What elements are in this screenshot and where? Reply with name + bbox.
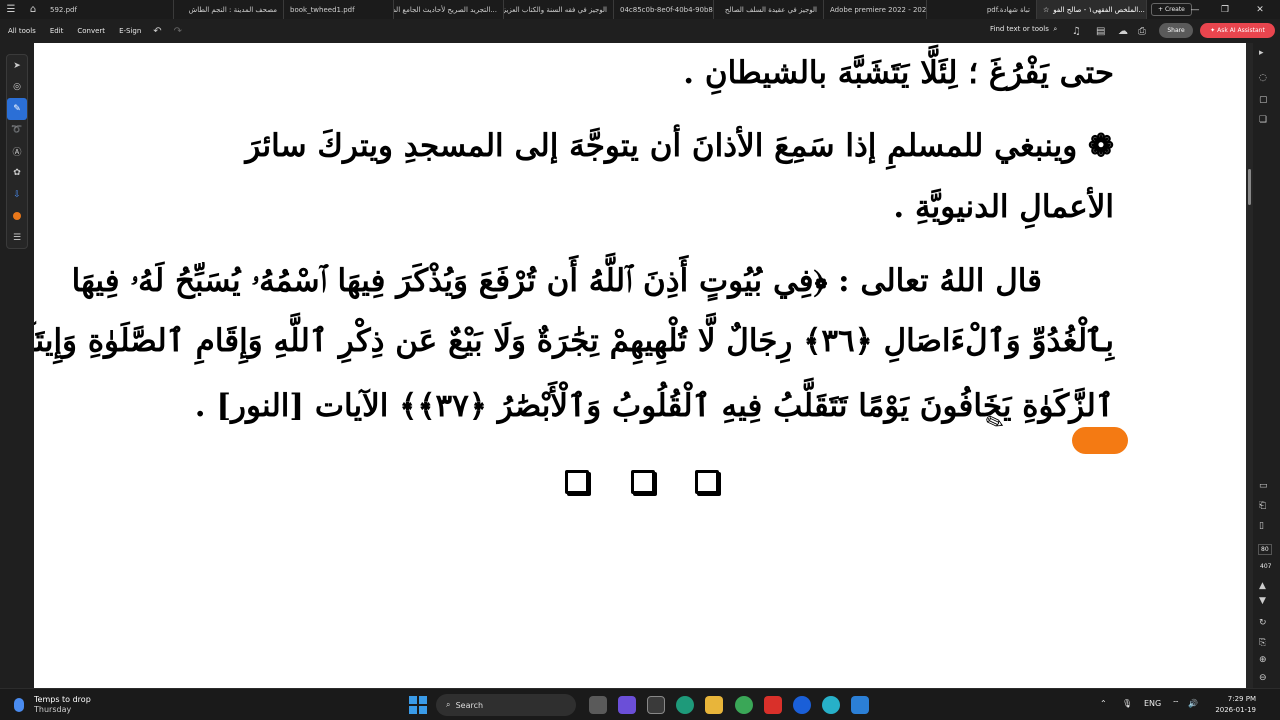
- edit-menu[interactable]: Edit: [50, 27, 64, 35]
- text-line-1: حتى يَفْرُغَ ؛ لِئَلَّا يَتَشَبَّهَ بالش…: [683, 55, 1114, 91]
- canva-icon[interactable]: [822, 696, 840, 714]
- thermometer-icon: [14, 698, 24, 712]
- ask-ai-button[interactable]: ✦ Ask AI Assistant: [1200, 23, 1275, 38]
- menu-icon[interactable]: ☰: [0, 0, 22, 19]
- pdf-page: حتى يَفْرُغَ ؛ لِئَلَّا يَتَشَبَّهَ بالش…: [34, 43, 1246, 688]
- tab-book-twheed[interactable]: book_twheed1.pdf: [284, 0, 394, 19]
- tab-mushaf[interactable]: مصحف المدينة : النجم الطاش: [174, 0, 284, 19]
- upload-icon[interactable]: ☁: [1118, 26, 1128, 37]
- ai-icon: ✦: [1210, 27, 1216, 34]
- checkbox-2[interactable]: [631, 470, 655, 494]
- pin-icon[interactable]: ⇩: [7, 184, 27, 206]
- ai-chat-icon[interactable]: ◌: [1259, 73, 1267, 83]
- checkbox-3[interactable]: [695, 470, 719, 494]
- tab-mulakhas-active[interactable]: ☆ الملخص الفقهي١ - صالح الفو... ✕: [1037, 0, 1147, 19]
- maximize-icon[interactable]: ❐: [1210, 0, 1240, 19]
- tray-overflow-icon[interactable]: ⌃: [1100, 699, 1107, 708]
- highlight-mark[interactable]: [1072, 427, 1128, 454]
- print-icon[interactable]: ⎙: [1138, 26, 1146, 37]
- all-tools-menu[interactable]: All tools: [8, 27, 36, 35]
- rotate-icon[interactable]: ↻: [1259, 618, 1267, 628]
- zoom-out-icon[interactable]: ⊖: [1259, 673, 1267, 683]
- acrobat-icon[interactable]: [764, 696, 782, 714]
- main-toolbar: All tools Edit Convert E-Sign ↶ ↷ Find t…: [0, 19, 1280, 43]
- text-line-3: الأعمالِ الدنيويَّةِ .: [893, 189, 1114, 225]
- zoom-icon[interactable]: [793, 696, 811, 714]
- language-indicator[interactable]: ENG: [1144, 699, 1161, 708]
- tab-bar: ☰ ⌂ 592.pdf مصحف المدينة : النجم الطاش b…: [0, 0, 1280, 19]
- start-button[interactable]: [409, 696, 427, 714]
- tab-wajiz-fiqh[interactable]: الوجيز في فقه السنة والكتاب العزيز: [504, 0, 614, 19]
- checkbox-1[interactable]: [565, 470, 589, 494]
- wifi-icon[interactable]: ⌔: [1172, 699, 1180, 709]
- text-line-5: بِٱلْغُدُوِّ وَٱلْءَاصَالِ ﴿٣٦﴾ رِجَالٌ …: [34, 323, 1114, 359]
- tab-guid[interactable]: 04c85c0b-8e0f-40b4-90b8-bc...: [614, 0, 714, 19]
- save-icon[interactable]: ▤: [1096, 26, 1105, 37]
- current-page-number[interactable]: 80: [1258, 544, 1272, 555]
- store-icon[interactable]: [647, 696, 665, 714]
- page-info-icon[interactable]: ▯: [1259, 521, 1264, 531]
- lasso-icon[interactable]: ➰: [7, 120, 27, 142]
- comment-icon[interactable]: ◎: [7, 77, 27, 99]
- text-box-icon[interactable]: Ⓐ: [7, 141, 27, 163]
- vertical-scrollbar[interactable]: [1246, 43, 1253, 688]
- chrome-icon[interactable]: [735, 696, 753, 714]
- taskbar-search[interactable]: ⌕ Search: [436, 694, 576, 716]
- convert-menu[interactable]: Convert: [77, 27, 105, 35]
- clock[interactable]: 7:29 PM 2026-01-19: [1206, 694, 1256, 716]
- comments-panel-icon[interactable]: ▢: [1259, 95, 1268, 105]
- find-text-field[interactable]: Find text or tools ⌕: [990, 25, 1057, 34]
- tab-tajrid[interactable]: التجريد الصريح لأحاديث الجامع الص...: [394, 0, 504, 19]
- share-button[interactable]: Share: [1159, 23, 1193, 38]
- microphone-icon[interactable]: 🎙: [1122, 699, 1132, 708]
- file-explorer-icon[interactable]: [705, 696, 723, 714]
- color-picker-icon[interactable]: [7, 206, 27, 228]
- tab-wajiz-aqida[interactable]: الوجيز في عقيدة السلف الصالح: [714, 0, 824, 19]
- highlighter-pen-icon[interactable]: ✎: [7, 98, 27, 120]
- attachments-icon[interactable]: ⎗: [1259, 501, 1266, 511]
- fit-page-icon[interactable]: ⎘: [1259, 638, 1266, 648]
- tab-shahada[interactable]: pdf.تباة شهادة: [927, 0, 1037, 19]
- weather-widget[interactable]: Temps to drop Thursday: [14, 695, 91, 715]
- text-line-4: قال اللهُ تعالى : ﴿فِي بُيُوتٍ أَذِنَ ٱل…: [71, 263, 1042, 299]
- paint-icon[interactable]: [851, 696, 869, 714]
- windows-taskbar: Temps to drop Thursday ⌕ Search ⌃ 🎙 ENG …: [0, 688, 1280, 720]
- home-icon[interactable]: ⌂: [22, 0, 44, 19]
- tab-adobe-premiere[interactable]: Adobe premiere 2022 - 2023 -...: [824, 0, 927, 19]
- bookmarks-icon[interactable]: ❏: [1259, 115, 1267, 125]
- right-panel: ▸ ◌ ▢ ❏ ▭ ⎗ ▯ ▲ ▼ ↻ ⎘ ⊕ ⊖: [1246, 43, 1280, 688]
- page-up-icon[interactable]: ▲: [1259, 581, 1266, 591]
- tab-592[interactable]: 592.pdf: [44, 0, 174, 19]
- page-down-icon[interactable]: ▼: [1259, 596, 1266, 606]
- thumbnails-icon[interactable]: ▭: [1259, 481, 1268, 491]
- search-icon: ⌕: [1053, 25, 1058, 33]
- zoom-in-icon[interactable]: ⊕: [1259, 655, 1267, 665]
- undo-icon[interactable]: ↶: [153, 26, 161, 37]
- scroll-thumb[interactable]: [1248, 169, 1251, 205]
- teams-icon[interactable]: [618, 696, 636, 714]
- select-cursor-icon[interactable]: ➤: [7, 55, 27, 77]
- redo-icon[interactable]: ↷: [174, 26, 182, 37]
- more-tools-icon[interactable]: ☰: [7, 227, 27, 249]
- text-line-2: ❁ وينبغي للمسلمِ إذا سَمِعَ الأذانَ أن ي…: [245, 128, 1114, 164]
- task-view-icon[interactable]: [589, 696, 607, 714]
- stamp-icon[interactable]: ✿: [7, 163, 27, 185]
- sidebar-toggle-icon[interactable]: ▸: [1259, 48, 1264, 58]
- total-pages: 407: [1260, 563, 1272, 570]
- left-tool-sidebar: ➤ ◎ ✎ ➰ Ⓐ ✿ ⇩ ☰: [0, 43, 34, 688]
- minimize-icon[interactable]: —: [1180, 0, 1210, 19]
- search-icon: ⌕: [446, 700, 451, 709]
- close-window-icon[interactable]: ✕: [1245, 0, 1275, 19]
- edge-icon[interactable]: [676, 696, 694, 714]
- esign-menu[interactable]: E-Sign: [119, 27, 141, 35]
- text-line-6: ٱلزَّكَوٰةِ يَخَافُونَ يَوْمًا تَتَقَلَّ…: [194, 388, 1114, 424]
- volume-icon[interactable]: 🔊: [1188, 699, 1198, 708]
- audio-icon[interactable]: ♫: [1072, 26, 1081, 37]
- star-icon[interactable]: ☆: [1043, 6, 1049, 14]
- quick-tools-panel: ➤ ◎ ✎ ➰ Ⓐ ✿ ⇩ ☰: [6, 54, 28, 249]
